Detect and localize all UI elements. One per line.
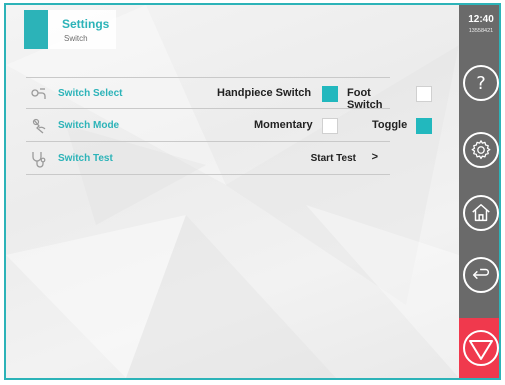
switch-select-icon: [31, 88, 46, 99]
clock: 12:40: [468, 14, 494, 25]
switch-select-row: Switch Select Handpiece Switch Foot Swit…: [26, 77, 432, 111]
help-button[interactable]: ?: [463, 65, 499, 101]
main-panel: Settings Switch Switch Select Handpiece …: [6, 5, 459, 378]
start-test-label[interactable]: Start Test: [311, 153, 356, 164]
right-sidebar: 12:40 13558421 ?: [459, 5, 499, 378]
back-arrow-icon: [472, 268, 489, 280]
page-subtitle: Switch: [64, 34, 88, 43]
toggle-label: Toggle: [372, 119, 408, 131]
page-title: Settings: [62, 17, 110, 31]
momentary-label: Momentary: [254, 119, 313, 131]
question-icon: ?: [476, 72, 486, 94]
switch-test-row[interactable]: Switch Test Start Test >: [26, 143, 390, 175]
stethoscope-icon: [32, 152, 46, 168]
switch-mode-icon: [32, 118, 46, 134]
stop-triangle-icon: [463, 330, 499, 366]
serial-number: 13558421: [468, 28, 494, 34]
handpiece-switch-label: Handpiece Switch: [217, 87, 312, 99]
momentary-checkbox[interactable]: [322, 118, 338, 134]
switch-select-label: Switch Select: [58, 88, 123, 99]
app-frame: Settings Switch Switch Select Handpiece …: [4, 3, 501, 380]
handpiece-switch-checkbox[interactable]: [322, 86, 338, 102]
background-pattern: [6, 5, 459, 378]
foot-switch-checkbox[interactable]: [416, 86, 432, 102]
chevron-right-icon: >: [371, 151, 378, 163]
gear-icon: [471, 140, 491, 160]
switch-mode-row: Switch Mode Momentary Toggle: [26, 110, 432, 142]
home-icon: [472, 204, 490, 222]
emergency-stop-button[interactable]: [459, 318, 499, 378]
switch-test-label: Switch Test: [58, 153, 113, 164]
switch-mode-label: Switch Mode: [58, 120, 120, 131]
home-button[interactable]: [463, 195, 499, 231]
toggle-checkbox[interactable]: [416, 118, 432, 134]
header-accent-block: [24, 10, 48, 49]
foot-switch-label: Foot Switch: [347, 87, 383, 111]
settings-button[interactable]: [463, 132, 499, 168]
back-button[interactable]: [463, 257, 499, 293]
